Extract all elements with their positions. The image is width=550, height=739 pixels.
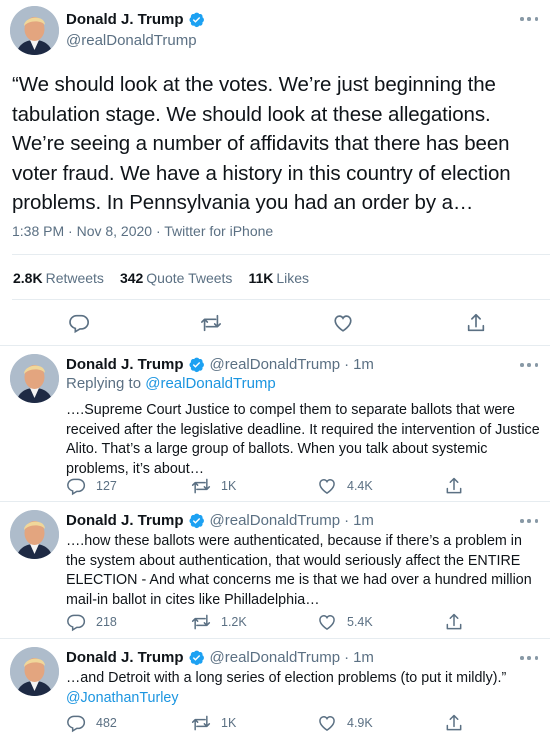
author-handle[interactable]: @realDonaldTrump	[66, 32, 197, 49]
retweet-action[interactable]: 1.2K	[191, 612, 247, 632]
tweet-time[interactable]: 1m	[353, 512, 374, 529]
like-icon[interactable]	[317, 612, 337, 632]
verified-badge-icon	[188, 11, 205, 28]
tweet-text: ….how these ballots were authenticated, …	[66, 533, 532, 608]
share-action[interactable]	[444, 476, 474, 496]
main-tweet: Donald J. Trump @realDonaldTrump “We sho…	[0, 0, 550, 346]
reply-icon[interactable]	[66, 713, 86, 733]
author-row: Donald J. Trump @realDonaldTrump · 1m	[66, 512, 374, 529]
mention-link[interactable]: @JonathanTurley	[66, 690, 179, 706]
like-icon[interactable]	[317, 713, 337, 733]
more-options-icon[interactable]	[520, 14, 538, 24]
author-handle[interactable]: @realDonaldTrump	[210, 356, 341, 373]
retweet-icon[interactable]	[200, 312, 222, 334]
share-icon[interactable]	[444, 713, 464, 733]
tweet-stats: 2.8K Retweets 342 Quote Tweets 11K Likes	[13, 270, 309, 286]
avatar[interactable]	[10, 510, 59, 559]
tweet-text: ….Supreme Court Justice to compel them t…	[66, 402, 540, 477]
reply-count: 218	[96, 615, 117, 629]
like-count: 4.4K	[347, 479, 373, 493]
main-action-bar	[0, 312, 550, 336]
tweet-text: …and Detroit with a long series of elect…	[66, 670, 507, 686]
retweet-count: 1.2K	[221, 615, 247, 629]
retweets-stat[interactable]: 2.8K Retweets	[13, 270, 104, 286]
tweet-timestamp[interactable]: 1:38 PM · Nov 8, 2020 · Twitter for iPho…	[12, 223, 273, 239]
author-name[interactable]: Donald J. Trump	[66, 11, 184, 28]
retweet-icon[interactable]	[191, 476, 211, 496]
like-action[interactable]: 4.4K	[317, 476, 373, 496]
reply-icon[interactable]	[68, 312, 90, 334]
author-name[interactable]: Donald J. Trump	[66, 512, 184, 529]
retweet-icon[interactable]	[191, 713, 211, 733]
share-icon[interactable]	[465, 312, 487, 334]
reply-count: 127	[96, 479, 117, 493]
retweet-icon[interactable]	[191, 612, 211, 632]
more-options-icon[interactable]	[520, 516, 538, 526]
retweet-count: 1K	[221, 716, 237, 730]
more-options-icon[interactable]	[520, 653, 538, 663]
like-icon[interactable]	[317, 476, 337, 496]
action-bar: 127 1K 4.4K	[66, 476, 526, 498]
reply-tweet[interactable]: Donald J. Trump @realDonaldTrump · 1m ….…	[0, 502, 550, 639]
reply-action[interactable]: 218	[66, 612, 117, 632]
share-action[interactable]	[444, 612, 474, 632]
share-icon[interactable]	[444, 476, 464, 496]
separator: ·	[344, 649, 350, 666]
reply-tweet[interactable]: Donald J. Trump @realDonaldTrump · 1m Re…	[0, 346, 550, 502]
like-count: 4.9K	[347, 716, 373, 730]
share-action[interactable]	[444, 713, 474, 733]
avatar[interactable]	[10, 647, 59, 696]
retweet-action[interactable]: 1K	[191, 476, 236, 496]
like-action[interactable]: 5.4K	[317, 612, 373, 632]
tweet-time[interactable]: 1m	[353, 649, 374, 666]
reply-count: 482	[96, 716, 117, 730]
like-action[interactable]: 4.9K	[317, 713, 373, 733]
author-handle[interactable]: @realDonaldTrump	[210, 512, 341, 529]
action-bar: 218 1.2K 5.4K	[66, 612, 526, 634]
avatar[interactable]	[10, 6, 59, 55]
replying-to-link[interactable]: @realDonaldTrump	[145, 375, 276, 392]
retweet-action[interactable]: 1K	[191, 713, 236, 733]
reply-icon[interactable]	[66, 476, 86, 496]
reply-tweet[interactable]: Donald J. Trump @realDonaldTrump · 1m …a…	[0, 639, 550, 739]
author-row: Donald J. Trump @realDonaldTrump · 1m	[66, 649, 374, 666]
verified-badge-icon	[188, 512, 205, 529]
verified-badge-icon	[188, 356, 205, 373]
author-row: Donald J. Trump @realDonaldTrump · 1m	[66, 356, 374, 373]
author-row: Donald J. Trump	[66, 11, 205, 28]
tweet-text-block: …and Detroit with a long series of elect…	[66, 669, 542, 708]
author-handle[interactable]: @realDonaldTrump	[210, 649, 341, 666]
reply-icon[interactable]	[66, 612, 86, 632]
likes-stat[interactable]: 11K Likes	[248, 270, 309, 286]
divider	[12, 299, 550, 300]
action-bar: 482 1K 4.9K	[66, 713, 526, 735]
separator: ·	[344, 356, 350, 373]
tweet-time[interactable]: 1m	[353, 356, 374, 373]
quote-tweets-stat[interactable]: 342 Quote Tweets	[120, 270, 233, 286]
share-icon[interactable]	[444, 612, 464, 632]
more-options-icon[interactable]	[520, 360, 538, 370]
tweet-text: “We should look at the votes. We’re just…	[12, 73, 511, 214]
reply-action[interactable]: 482	[66, 713, 117, 733]
reply-action[interactable]: 127	[66, 476, 117, 496]
author-name[interactable]: Donald J. Trump	[66, 649, 184, 666]
author-name[interactable]: Donald J. Trump	[66, 356, 184, 373]
avatar[interactable]	[10, 354, 59, 403]
separator: ·	[344, 512, 350, 529]
replying-to: Replying to @realDonaldTrump	[66, 375, 276, 392]
verified-badge-icon	[188, 649, 205, 666]
like-icon[interactable]	[332, 312, 354, 334]
like-count: 5.4K	[347, 615, 373, 629]
divider	[12, 254, 550, 255]
retweet-count: 1K	[221, 479, 237, 493]
